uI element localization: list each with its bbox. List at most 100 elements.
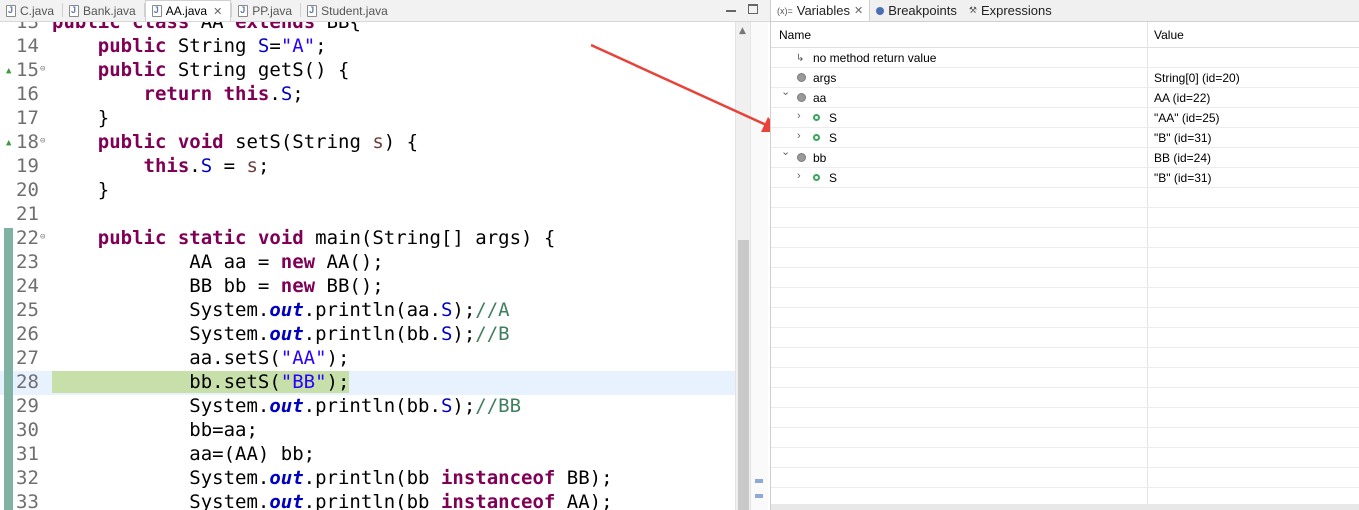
java-file-icon xyxy=(307,4,318,17)
code-text[interactable]: System.out.println(bb instanceof BB); xyxy=(52,467,612,489)
chevron-down-icon[interactable]: ⌄ xyxy=(781,85,790,98)
line-number[interactable]: 14 xyxy=(16,35,42,57)
overview-mark[interactable] xyxy=(755,494,763,498)
variable-row[interactable]: ⌄ aa AA (id=22) xyxy=(771,85,1359,108)
editor-window-controls xyxy=(726,2,758,14)
editor-tab[interactable]: AA.java ✕ xyxy=(144,0,232,21)
code-line[interactable]: 32 System.out.println(bb instanceof BB); xyxy=(0,467,735,491)
line-number[interactable]: 16 xyxy=(16,83,42,105)
code-text[interactable]: public String S="A"; xyxy=(52,35,327,57)
line-number[interactable]: 23 xyxy=(16,251,42,273)
line-number[interactable]: 28 xyxy=(16,371,42,393)
annotation-arrow xyxy=(590,43,781,132)
variable-value: "B" (id=31) xyxy=(1154,131,1212,145)
fold-toggle-icon[interactable]: ⊖ xyxy=(40,64,45,74)
line-number[interactable]: 26 xyxy=(16,323,42,345)
code-text[interactable]: System.out.println(bb.S);//B xyxy=(52,323,509,345)
code-text[interactable]: aa=(AA) bb; xyxy=(52,443,315,465)
line-number[interactable]: 31 xyxy=(16,443,42,465)
maximize-icon[interactable] xyxy=(748,4,758,14)
code-text[interactable]: public static void main(String[] args) { xyxy=(52,227,556,249)
code-text[interactable]: bb=aa; xyxy=(52,419,258,441)
line-number[interactable]: 29 xyxy=(16,395,42,417)
override-marker-icon[interactable]: ▲ xyxy=(6,138,16,148)
variable-name: S xyxy=(829,131,838,145)
line-number[interactable]: 21 xyxy=(16,203,42,225)
code-line[interactable]: 26 System.out.println(bb.S);//B xyxy=(0,323,735,347)
close-icon[interactable]: ✕ xyxy=(213,5,222,18)
code-line[interactable]: 30 bb=aa; xyxy=(0,419,735,443)
line-number[interactable]: 19 xyxy=(16,155,42,177)
variable-row[interactable]: args String[0] (id=20) xyxy=(771,68,1359,88)
editor-tab[interactable]: Bank.java xyxy=(63,0,144,21)
chevron-right-icon[interactable]: › xyxy=(797,170,801,182)
editor-tab[interactable]: Student.java xyxy=(301,0,396,21)
code-line[interactable]: 25 System.out.println(aa.S);//A xyxy=(0,299,735,323)
line-number[interactable]: 20 xyxy=(16,179,42,201)
line-number[interactable]: 32 xyxy=(16,467,42,489)
column-header-value[interactable]: Value xyxy=(1154,28,1184,42)
chevron-right-icon[interactable]: › xyxy=(797,130,801,142)
code-text[interactable]: aa.setS("AA"); xyxy=(52,347,349,369)
variable-row[interactable]: › S "B" (id=31) xyxy=(771,168,1359,188)
editor-tab-label: Bank.java xyxy=(83,3,136,18)
code-line[interactable]: 24 BB bb = new BB(); xyxy=(0,275,735,299)
view-tab[interactable]: Breakpoints xyxy=(870,0,963,21)
editor-tab[interactable]: C.java xyxy=(0,0,62,21)
view-tab[interactable]: (x)= Variables ✕ xyxy=(771,0,871,21)
line-number[interactable]: 15 xyxy=(16,59,42,81)
line-number[interactable]: 22 xyxy=(16,227,42,249)
editor-tab[interactable]: PP.java xyxy=(232,0,300,21)
code-text[interactable]: System.out.println(bb.S);//BB xyxy=(52,395,521,417)
line-number[interactable]: 18 xyxy=(16,131,42,153)
code-text[interactable]: System.out.println(aa.S);//A xyxy=(52,299,509,321)
variables-tree[interactable]: Name Value ↳ no method return value args St… xyxy=(771,22,1359,510)
variable-row[interactable]: › S "B" (id=31) xyxy=(771,128,1359,148)
line-number[interactable]: 25 xyxy=(16,299,42,321)
code-text[interactable]: System.out.println(bb instanceof AA); xyxy=(52,491,612,510)
variable-row[interactable]: › S "AA" (id=25) xyxy=(771,108,1359,128)
variable-row[interactable]: ↳ no method return value xyxy=(771,48,1359,68)
code-line[interactable]: 29↯ System.out.println(bb.S);//BB xyxy=(0,395,735,419)
current-code-line[interactable]: 28↯ bb.setS("BB"); xyxy=(0,371,735,395)
code-text[interactable]: public String getS() { xyxy=(52,59,350,81)
code-line[interactable]: 27 aa.setS("AA"); xyxy=(0,347,735,371)
fold-toggle-icon[interactable]: ⊖ xyxy=(40,232,45,242)
line-number[interactable]: 17 xyxy=(16,107,42,129)
code-text[interactable]: AA aa = new AA(); xyxy=(52,251,383,273)
code-line[interactable]: 23 AA aa = new AA(); xyxy=(0,251,735,275)
close-icon[interactable]: ✕ xyxy=(854,4,863,17)
variable-row[interactable]: ⌄ bb BB (id=24) xyxy=(771,145,1359,168)
view-tab-label: Breakpoints xyxy=(888,3,957,18)
scrollbar-thumb[interactable] xyxy=(738,240,749,510)
chevron-down-icon[interactable]: ⌄ xyxy=(781,145,790,158)
table-grid-row xyxy=(771,468,1359,488)
override-marker-icon[interactable]: ▲ xyxy=(6,66,16,76)
code-line[interactable]: 31 aa=(AA) bb; xyxy=(0,443,735,467)
chevron-right-icon[interactable]: › xyxy=(797,110,801,122)
view-tab[interactable]: ⚒ Expressions xyxy=(963,0,1058,21)
line-number[interactable]: 33 xyxy=(16,491,42,510)
code-text[interactable]: bb.setS("BB"); xyxy=(52,371,350,393)
code-line[interactable]: 21 xyxy=(0,203,735,227)
code-text[interactable]: } xyxy=(52,179,109,201)
code-text[interactable]: BB bb = new BB(); xyxy=(52,275,383,297)
code-line[interactable]: 22 ⊖ public static void main(String[] arg… xyxy=(0,227,735,251)
code-text[interactable]: } xyxy=(52,107,109,129)
fold-toggle-icon[interactable]: ⊖ xyxy=(40,136,45,146)
line-number[interactable]: 24 xyxy=(16,275,42,297)
code-text[interactable]: this.S = s; xyxy=(52,155,270,177)
code-line[interactable]: 19 this.S = s; xyxy=(0,155,735,179)
code-line[interactable]: 20 } xyxy=(0,179,735,203)
line-number[interactable]: 30 xyxy=(16,419,42,441)
local-variable-icon xyxy=(797,73,806,82)
scroll-up-icon[interactable]: ▲ xyxy=(739,26,746,36)
minimize-icon[interactable] xyxy=(726,10,736,12)
code-line[interactable]: 33 System.out.println(bb instanceof AA); xyxy=(0,491,735,510)
line-number[interactable]: 27 xyxy=(16,347,42,369)
overview-mark[interactable] xyxy=(755,479,763,483)
code-text[interactable]: return this.S; xyxy=(52,83,304,105)
variables-horizontal-scrollbar[interactable] xyxy=(771,504,1359,510)
column-header-name[interactable]: Name xyxy=(779,28,811,42)
code-text[interactable]: public void setS(String s) { xyxy=(52,131,418,153)
